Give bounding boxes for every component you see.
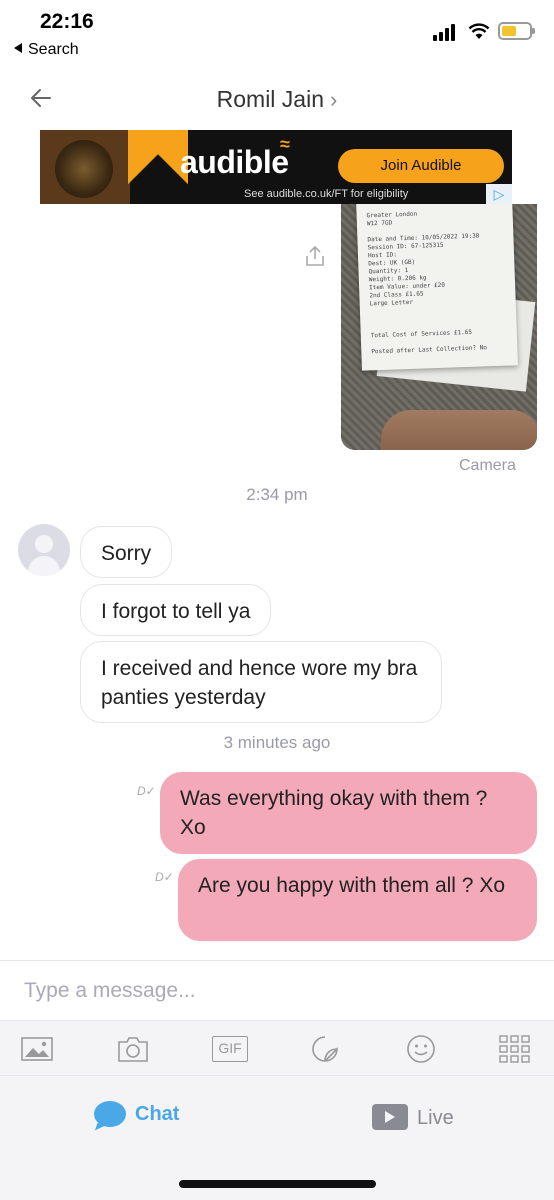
ad-eligibility-note: See audible.co.uk/FT for eligibility — [244, 188, 409, 200]
ad-artwork — [40, 130, 130, 204]
emoji-icon[interactable] — [404, 1034, 438, 1064]
delivered-check-icon: D✓ — [155, 870, 174, 884]
home-indicator[interactable] — [179, 1180, 376, 1188]
delivered-check-icon: D✓ — [137, 784, 156, 798]
outgoing-message[interactable]: Was everything okay with them ? Xo — [160, 772, 537, 854]
shared-photo[interactable]: Greater London W12 7GD Date and Time: 10/… — [341, 204, 537, 450]
ad-brand-logo: audible ≈ — [180, 134, 290, 180]
contact-name-button[interactable]: Romil Jain › — [0, 86, 554, 113]
image-icon[interactable] — [20, 1034, 54, 1064]
tab-live[interactable]: Live — [372, 1098, 492, 1138]
incoming-message[interactable]: I received and hence wore my bra panties… — [80, 641, 442, 723]
composer — [0, 960, 554, 1020]
composer-toolbar: GIF — [0, 1020, 554, 1076]
sticker-icon[interactable] — [308, 1034, 342, 1064]
tab-chat-label: Chat — [135, 1103, 180, 1125]
incoming-message[interactable]: I forgot to tell ya — [80, 584, 272, 636]
battery-icon — [498, 22, 535, 40]
status-bar: 22:16 Search — [0, 0, 554, 70]
outgoing-message[interactable]: Are you happy with them all ? Xo — [178, 859, 537, 941]
incoming-message[interactable]: Sorry — [80, 526, 173, 578]
share-icon[interactable] — [303, 244, 327, 268]
wifi-icon — [468, 23, 490, 39]
tab-live-label: Live — [417, 1107, 454, 1129]
grid-icon[interactable] — [498, 1034, 532, 1064]
join-audible-button[interactable]: Join Audible — [338, 149, 504, 183]
receipt-text: Greater London W12 7GD Date and Time: 10/… — [356, 204, 518, 371]
ad-chevron-graphic — [128, 130, 188, 204]
gif-icon[interactable]: GIF — [212, 1036, 248, 1062]
photo-caption: Camera — [459, 457, 516, 474]
contact-name: Romil Jain — [216, 86, 325, 112]
chat-bubble-icon — [94, 1101, 126, 1127]
ad-choices-icon[interactable]: ▷ — [486, 184, 512, 204]
message-timestamp: 3 minutes ago — [223, 733, 331, 752]
chat-header: Romil Jain › — [0, 70, 554, 130]
back-to-search-link[interactable]: Search — [14, 41, 79, 59]
camera-icon[interactable] — [116, 1034, 150, 1064]
live-tv-icon — [372, 1104, 408, 1130]
status-time: 22:16 — [40, 10, 94, 33]
message-input[interactable] — [24, 975, 524, 1007]
signal-icon — [433, 24, 459, 41]
chevron-right-icon: › — [330, 87, 338, 112]
message-timestamp: 2:34 pm — [246, 485, 308, 504]
avatar[interactable] — [18, 524, 70, 576]
back-to-search-label: Search — [28, 41, 79, 58]
ad-banner[interactable]: audible ≈ Join Audible See audible.co.uk/… — [40, 130, 512, 204]
back-triangle-icon — [14, 43, 22, 53]
